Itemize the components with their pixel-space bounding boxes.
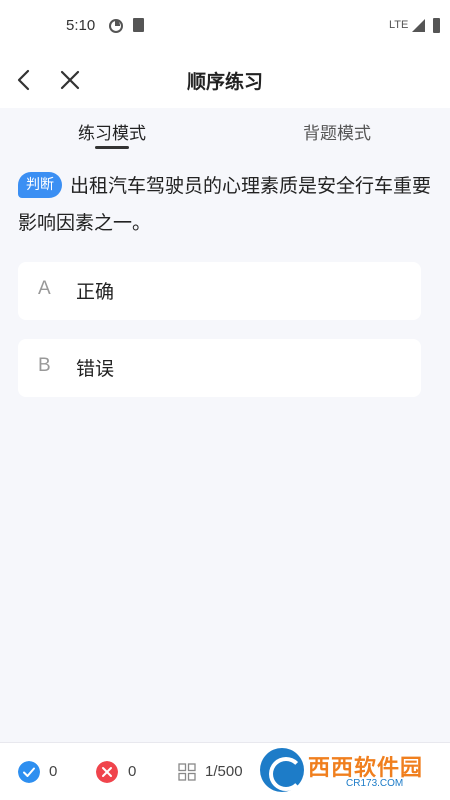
active-tab-indicator	[95, 146, 129, 149]
tab-recite-mode[interactable]: 背题模式	[303, 119, 371, 144]
question-type-badge: 判断	[18, 172, 62, 198]
data-saver-icon	[109, 19, 123, 33]
option-a[interactable]: A 正确	[18, 262, 421, 320]
tab-practice-mode[interactable]: 练习模式	[78, 119, 146, 144]
progress-counter: 1/500	[205, 763, 243, 780]
grid-icon	[178, 763, 196, 781]
correct-count: 0	[49, 763, 58, 780]
battery-icon	[433, 18, 440, 33]
option-letter: A	[38, 278, 51, 299]
question-grid-button[interactable]: 1/500	[170, 743, 250, 800]
wrong-count: 0	[128, 763, 137, 780]
option-text: 错误	[76, 358, 115, 380]
option-b[interactable]: B 错误	[18, 339, 421, 397]
status-bar: 5:10 LTE	[0, 0, 450, 52]
check-circle-icon	[18, 761, 40, 783]
question-text-block: 判断 出租汽车驾驶员的心理素质是安全行车重要影响因素之一。	[18, 168, 434, 242]
option-text: 正确	[76, 281, 115, 303]
page-title: 顺序练习	[186, 71, 263, 93]
option-letter: B	[38, 355, 51, 376]
network-type-label: LTE	[389, 19, 409, 31]
status-time: 5:10	[66, 17, 96, 34]
wrong-count-button[interactable]: 0	[88, 743, 148, 800]
watermark-domain: CR173.COM	[346, 778, 404, 789]
question-text: 出租汽车驾驶员的心理素质是安全行车重要影响因素之一。	[18, 175, 432, 234]
wrong-circle-icon	[96, 761, 118, 783]
sd-card-icon	[133, 18, 144, 32]
signal-icon	[412, 19, 425, 32]
watermark-logo-icon	[260, 748, 304, 792]
correct-count-button[interactable]: 0	[10, 743, 70, 800]
site-watermark-logo: 西西软件园 CR173.COM	[250, 744, 450, 798]
navigation-bar: 顺序练习	[0, 52, 450, 108]
mode-tabs: 练习模式 背题模式	[0, 108, 450, 154]
